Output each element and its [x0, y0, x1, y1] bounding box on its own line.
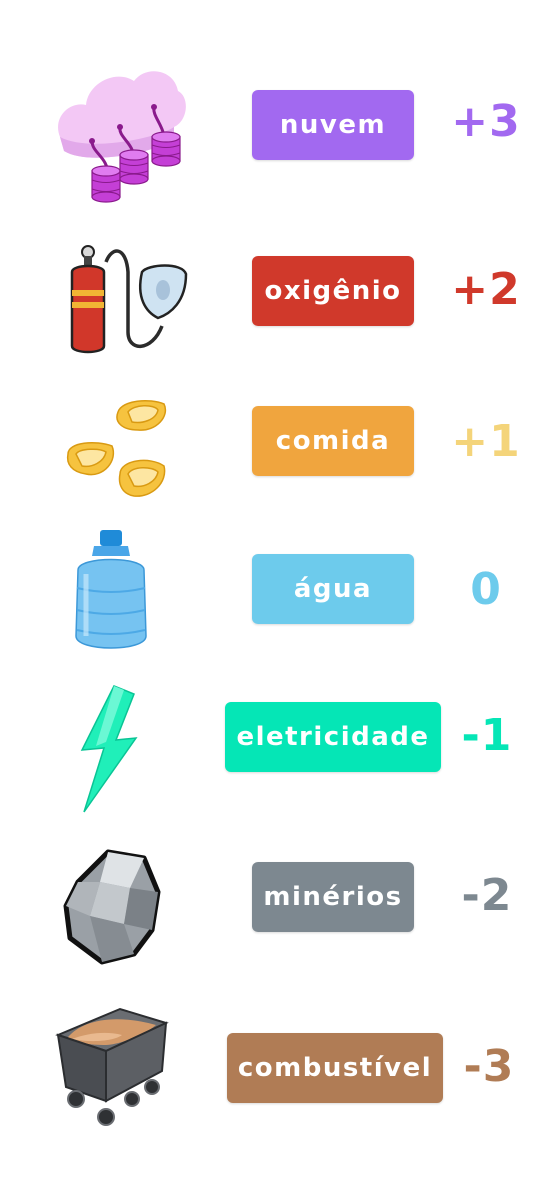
resource-score: -1	[461, 710, 513, 761]
resource-label: comida	[252, 406, 414, 476]
oxygen-tank-icon	[62, 242, 192, 362]
ore-rock-icon	[60, 842, 170, 972]
resource-label-text: minérios	[263, 882, 403, 912]
resource-label: oxigênio	[252, 256, 414, 326]
resource-score: 0	[470, 564, 502, 615]
resource-row-nuvem: nuvem +3	[0, 50, 550, 203]
food-nuggets-icon	[60, 394, 180, 504]
resource-label-text: combustível	[237, 1053, 433, 1083]
resource-label-text: água	[293, 574, 373, 604]
resource-row-eletricidade: eletricidade -1	[0, 670, 550, 820]
resource-score: +3	[451, 96, 521, 147]
resource-label-text: oxigênio	[264, 276, 402, 306]
resource-row-minerios: minérios -2	[0, 830, 550, 980]
resource-label: combustível	[227, 1033, 443, 1103]
resource-score: -3	[463, 1041, 515, 1092]
resource-score: +2	[451, 264, 521, 315]
resource-label: nuvem	[252, 90, 414, 160]
water-jug-icon	[68, 526, 158, 656]
resource-row-comida: comida +1	[0, 370, 550, 520]
resource-row-agua: água 0	[0, 520, 550, 670]
cloud-database-icon	[50, 55, 190, 205]
resource-row-combustivel: combustível -3	[0, 995, 550, 1145]
resource-label: eletricidade	[225, 702, 441, 772]
lightning-bolt-icon	[74, 684, 144, 814]
resource-label-text: comida	[275, 426, 391, 456]
resource-score: +1	[451, 416, 521, 467]
resource-label-text: nuvem	[279, 110, 387, 140]
resource-label-text: eletricidade	[236, 722, 430, 752]
mine-cart-icon	[52, 1001, 172, 1131]
resource-row-oxigenio: oxigênio +2	[0, 220, 550, 370]
resource-label: minérios	[252, 862, 414, 932]
resource-label: água	[252, 554, 414, 624]
resource-score: -2	[461, 870, 513, 921]
